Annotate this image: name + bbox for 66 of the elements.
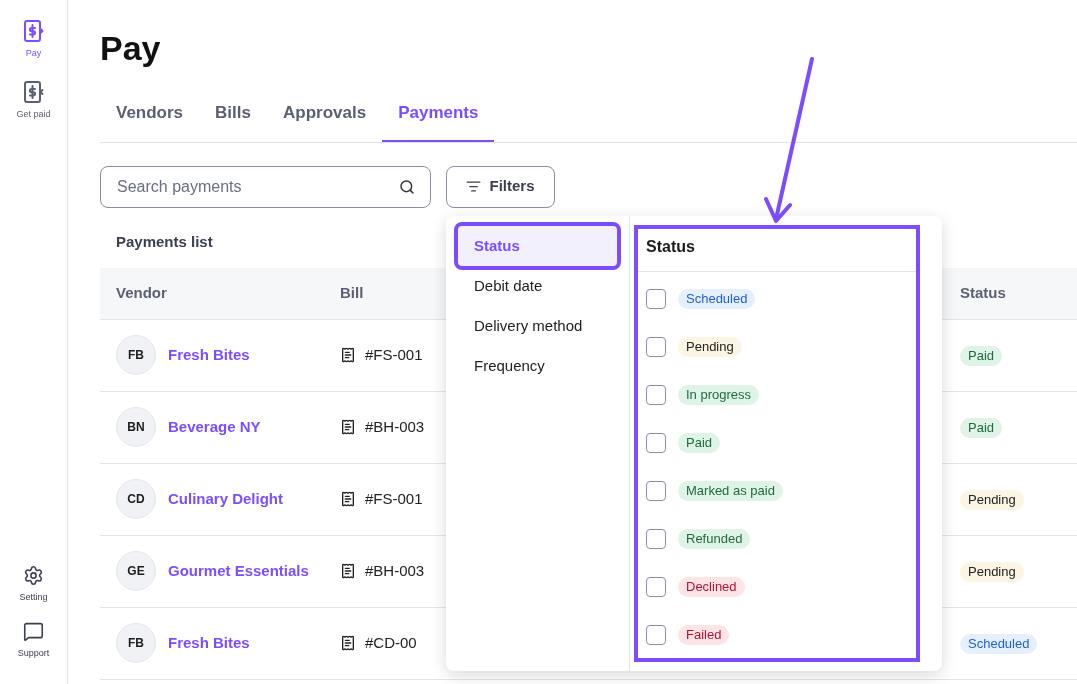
settings-icon (23, 565, 44, 586)
vendor-link[interactable]: Fresh Bites (168, 631, 250, 655)
checkbox[interactable] (646, 529, 666, 549)
sidebar-item[interactable]: Setting (19, 565, 48, 605)
checkbox[interactable] (646, 433, 666, 453)
column-header: Status (960, 282, 1007, 303)
page-title: Pay (100, 28, 162, 69)
checkbox[interactable] (646, 337, 666, 357)
avatar-initials: FB (116, 623, 156, 663)
bill-icon (340, 563, 356, 579)
vendor-link[interactable]: Fresh Bites (168, 343, 250, 367)
avatar-initials: GE (116, 551, 156, 591)
status-badge: In progress (678, 385, 760, 405)
avatar-initials: BN (116, 407, 156, 447)
status-badge: Marked as paid (678, 481, 783, 501)
checkbox[interactable] (646, 481, 666, 501)
sidebar-item[interactable]: Pay (23, 20, 44, 61)
column-header: Vendor (115, 282, 168, 303)
status-badge: Scheduled (678, 289, 756, 309)
filter-category[interactable]: Debit date (458, 266, 617, 306)
bill-number: #FS-001 (365, 488, 423, 509)
checkbox[interactable] (646, 385, 666, 405)
status-badge: Pending (960, 490, 1024, 510)
bill-icon (340, 491, 356, 507)
filter-icon (466, 179, 482, 194)
vendor-link[interactable]: Beverage NY (168, 415, 261, 439)
dollar-icon (23, 80, 44, 103)
sidebar-item[interactable]: Support (17, 620, 50, 660)
panel-title: Status (638, 229, 916, 272)
list-title: Payments list (116, 231, 213, 252)
status-badge: Failed (678, 625, 730, 645)
tab[interactable]: Vendors (100, 100, 200, 142)
bill-number: #CD-00 (365, 632, 417, 653)
tab[interactable]: Bills (199, 100, 267, 142)
filter-category[interactable]: Delivery method (458, 306, 617, 346)
search-field[interactable]: Search payments (100, 165, 431, 208)
checkbox[interactable] (646, 289, 666, 309)
status-badge: Refunded (678, 529, 751, 549)
status-badge: Paid (960, 346, 1003, 366)
column-header: Bill (340, 282, 365, 303)
bill-number: #FS-001 (365, 344, 423, 365)
checkbox[interactable] (646, 625, 666, 645)
tab[interactable]: Payments (382, 100, 495, 142)
filter-category[interactable]: Frequency (458, 346, 617, 386)
sidebar-item[interactable]: Get paid (16, 80, 51, 121)
status-badge: Pending (678, 337, 742, 357)
bill-number: #BH-003 (365, 416, 425, 437)
vendor-link[interactable]: Culinary Delight (168, 487, 283, 511)
avatar-initials: FB (116, 335, 156, 375)
chat-bubble-icon (23, 620, 44, 642)
bill-icon (340, 347, 356, 363)
bill-icon (340, 635, 356, 651)
status-badge: Paid (960, 418, 1003, 438)
bill-icon (340, 419, 356, 435)
avatar-initials: CD (116, 479, 156, 519)
search-icon[interactable] (399, 178, 415, 195)
bill-number: #BH-003 (365, 560, 425, 581)
filters-button[interactable]: Filters (446, 165, 555, 208)
tab[interactable]: Approvals (267, 100, 383, 142)
status-badge: Declined (678, 577, 745, 597)
vendor-link[interactable]: Gourmet Essentials (168, 559, 309, 583)
status-badge: Paid (678, 433, 721, 453)
status-badge: Scheduled (960, 634, 1038, 654)
checkbox[interactable] (646, 577, 666, 597)
dollar-icon (23, 20, 44, 42)
status-badge: Pending (960, 562, 1024, 582)
